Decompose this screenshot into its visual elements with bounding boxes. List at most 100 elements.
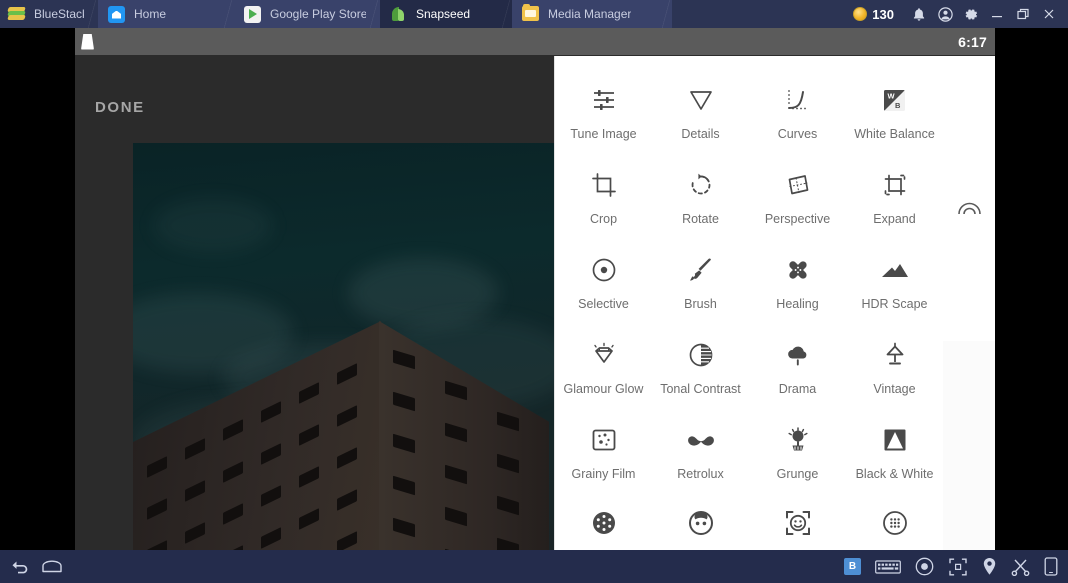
tools-panel: Tune Image Details Curves W B White Balance Cr… [554,56,943,550]
tool-retrolux[interactable]: Retrolux [652,414,749,499]
restore-button[interactable] [1010,0,1036,28]
tool-label: Details [681,127,720,141]
building-window [261,400,281,423]
tool-label: White Balance [854,127,935,141]
tool-tonal-contrast[interactable]: Tonal Contrast [652,329,749,414]
titlebar-tab-bluestacks[interactable]: BlueStacks [0,0,99,28]
building-window [299,508,319,530]
building-window [299,424,319,446]
cloud-shape [153,198,273,253]
tool-face-detect[interactable] [749,499,846,547]
close-button[interactable] [1036,0,1062,28]
building-window [337,531,357,550]
building-window [223,503,243,525]
arc-icon[interactable] [957,199,982,221]
settings-gear-icon[interactable] [958,0,984,28]
tool-label: Grainy Film [571,467,636,481]
account-icon[interactable] [932,0,958,28]
titlebar-tab-home[interactable]: Home [98,0,235,28]
white-balance-icon: WB [877,82,913,118]
titlebar-tab-media-manager[interactable]: Media Manager [512,0,673,28]
document-icon [81,33,94,50]
done-button[interactable]: DONE [95,99,145,116]
tool-details[interactable]: Details [652,74,749,159]
tools-grid: Tune Image Details Curves W B White Balance Cr… [555,56,943,547]
fullscreen-icon[interactable] [948,557,968,577]
minimize-button[interactable] [984,0,1010,28]
tab-label: Snapseed [416,7,471,21]
mountains-icon [877,252,913,288]
crop-icon [586,167,622,203]
building-window [299,382,319,404]
tool-label: Vintage [873,382,916,396]
building-window [393,475,415,496]
phone-icon[interactable] [1044,557,1058,576]
head-pose-icon [877,507,913,538]
building-window [393,433,415,454]
tool-lens-blur[interactable] [555,499,652,547]
tool-glamour-glow[interactable]: Glamour Glow [555,329,652,414]
tool-vintage[interactable]: Vintage [846,329,943,414]
home-icon [108,5,125,23]
titlebar-tab-snapseed[interactable]: Snapseed [380,0,513,28]
building-window [497,495,519,516]
building-window [261,484,281,507]
bluestacks-logo-icon [7,6,26,23]
bottom-left-controls [0,558,63,575]
keyboard-icon[interactable] [875,559,901,575]
record-icon[interactable] [915,557,934,576]
lamp-icon [877,337,913,373]
folder-icon [522,3,539,21]
tool-label: Drama [778,382,817,396]
tab-label: BlueStacks [34,7,84,21]
building-window [185,479,205,502]
tool-brush[interactable]: Brush [652,244,749,329]
svg-text:B: B [895,101,901,110]
selective-dot-icon [586,252,622,288]
tool-selective[interactable]: Selective [555,244,652,329]
tool-label: Crop [589,212,618,226]
tool-curves[interactable]: Curves [749,74,846,159]
grainy-film-icon [586,422,622,458]
app-badge-icon[interactable]: B [844,558,861,575]
back-button[interactable] [10,558,29,575]
tool-expand[interactable]: Expand [846,159,943,244]
tonal-contrast-icon [683,337,719,373]
tool-white-balance[interactable]: W B White Balance [846,74,943,159]
scissors-icon[interactable] [1011,558,1030,576]
building-window [147,540,167,550]
svg-text:W: W [888,91,896,100]
snapseed-leaf-icon [390,6,407,23]
photo-preview[interactable] [133,143,558,550]
tool-healing[interactable]: Healing [749,244,846,329]
building-window [393,349,415,370]
location-pin-icon[interactable] [982,557,997,576]
tool-rotate[interactable]: Rotate [652,159,749,244]
tool-portrait[interactable] [652,499,749,547]
tool-hdr-scape[interactable]: HDR Scape [846,244,943,329]
building-window [337,489,357,512]
tool-head-pose[interactable] [846,499,943,547]
tool-grunge[interactable]: Grunge [749,414,846,499]
building-window [223,419,243,441]
building-window [147,498,167,521]
titlebar-tab-google-play-store[interactable]: Google Play Store [234,0,381,28]
building-window [185,521,205,544]
triangle-down-icon [683,82,719,118]
tool-perspective[interactable]: Perspective [749,159,846,244]
tool-crop[interactable]: Crop [555,159,652,244]
tool-grainy-film[interactable]: Grainy Film [555,414,652,499]
android-status-bar: 6:17 [75,28,995,55]
notifications-bell-icon[interactable] [906,0,932,28]
building-window [147,456,167,479]
building-window [445,464,467,485]
tool-tune-image[interactable]: Tune Image [555,74,652,159]
tool-black-white[interactable]: Black & White [846,414,943,499]
face-detect-icon [780,507,816,538]
home-button[interactable] [41,558,63,575]
coin-balance[interactable]: 130 [853,7,894,22]
google-play-icon [244,5,261,23]
tool-label: Retrolux [677,467,724,481]
tool-drama[interactable]: Drama [749,329,846,414]
bottom-right-controls: B [844,557,1068,577]
